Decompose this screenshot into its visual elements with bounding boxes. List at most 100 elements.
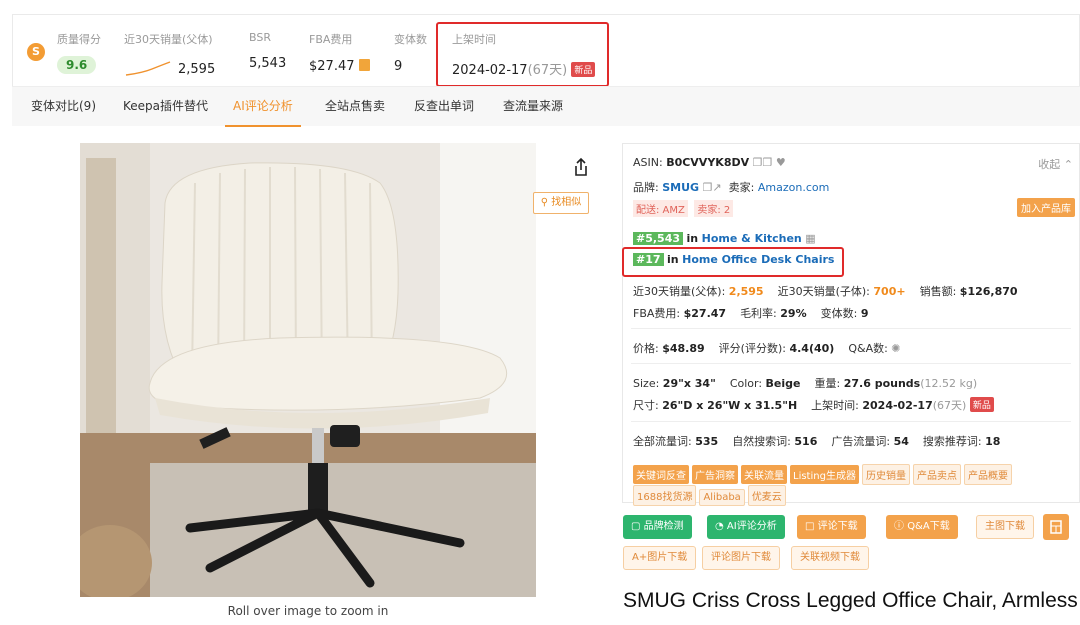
find-similar-button[interactable]: ⚲ 找相似 [533,192,589,214]
tab-ai-review[interactable]: AI评论分析 [225,87,301,127]
quality-score-icon: S [27,43,45,61]
copy-icon[interactable]: ❐❐ [753,156,773,169]
tool-keyword-reverse[interactable]: 关键词反查 [633,465,689,484]
listed-label: 上架时间: [811,399,859,412]
sales-child-label: 近30天销量(子体): [777,285,870,298]
qa-label: Q&A数: [848,342,888,355]
tab-reverse-keywords[interactable]: 反查出单词 [414,87,474,127]
new-product-badge: 新品 [969,397,994,412]
tool-tags-row-1: 关键词反查 广告洞察 关联流量 Listing生成器 历史销量 产品卖点 产品概要 [633,464,1015,485]
shipping-row: 配送: AMZ 卖家: 2 [633,200,736,217]
sales-trend-sparkline[interactable] [124,59,172,77]
variants-value: 9 [860,307,869,320]
chart-icon[interactable]: ▦ [805,232,815,245]
tab-keepa[interactable]: Keepa插件替代 [123,87,208,127]
brand-link[interactable]: SMUG [662,181,699,194]
review-download-button[interactable]: □ 评论下载 [797,515,866,539]
brand-check-button[interactable]: ▢ 品牌检测 [623,515,692,539]
grid-menu-button[interactable] [1043,514,1069,540]
highlight-box-listed [436,22,609,87]
product-image[interactable] [80,143,536,597]
asin-label: ASIN: [633,156,663,169]
pie-icon: ◔ [715,521,724,532]
tool-related-traffic[interactable]: 关联流量 [741,465,787,484]
organic-label: 自然搜索词: [732,435,791,448]
dims-row: 尺寸: 26"D x 26"W x 31.5"H 上架时间: 2024-02-1… [633,397,994,413]
size-value: 29"x 34" [662,377,716,390]
collapse-button[interactable]: 收起 ⌃ [1038,156,1073,172]
tool-overview[interactable]: 产品概要 [963,464,1012,485]
tool-listing-generator[interactable]: Listing生成器 [790,465,859,484]
revenue-label: 销售额: [919,285,957,298]
stat-sales30-label: 近30天销量(父体) [124,33,213,46]
tool-ad-insight[interactable]: 广告洞察 [692,465,738,484]
traffic-total-value: 535 [695,435,719,448]
chair-illustration [80,143,536,597]
traffic-total-label: 全部流量词: [633,435,692,448]
tab-all-sites[interactable]: 全站点售卖 [325,87,385,127]
grid-icon [1050,520,1062,534]
product-title: SMUG Criss Cross Legged Office Chair, Ar… [623,589,1078,612]
tab-traffic-source[interactable]: 查流量来源 [503,87,563,127]
divider [631,363,1071,364]
stat-variants-value: 9 [394,59,403,74]
review-image-download-button[interactable]: 评论图片下载 [702,546,780,570]
size-label: Size: [633,377,660,390]
brand-row: 品牌: SMUG ❐↗ 卖家: Amazon.com [633,179,829,195]
rank-main-category[interactable]: Home & Kitchen [702,232,802,245]
sales-parent-value: 2,595 [728,285,764,298]
tab-variant-compare[interactable]: 变体对比(9) [31,87,96,127]
asin-value[interactable]: B0CVVYK8DV [666,156,749,169]
weight-value: 27.6 pounds [843,377,921,390]
loading-icon: ✺ [891,342,901,355]
seller-label: 卖家: [728,181,755,194]
aplus-download-button[interactable]: A+图片下载 [623,546,697,570]
search-icon: ⚲ [540,197,549,208]
rank-main-in: in [686,232,699,245]
product-info-panel: ASIN: B0CVVYK8DV ❐❐ ♥ 收起 ⌃ 品牌: SMUG ❐↗ 卖… [622,143,1080,506]
asin-row: ASIN: B0CVVYK8DV ❐❐ ♥ [633,156,786,169]
related-video-download-button[interactable]: 关联视频下载 [791,546,869,570]
stat-quality-label: 质量得分 [57,33,101,46]
main-image-download-button[interactable]: 主图下载 [976,515,1034,539]
weight-kg: (12.52 kg) [920,377,978,390]
add-to-library-button[interactable]: 加入产品库 [1017,198,1075,217]
tool-1688-sourcing[interactable]: 1688找货源 [633,485,697,506]
share-icon[interactable] [570,156,592,178]
rating-value: 4.4(40) [789,342,835,355]
stat-bsr: BSR 5,543 [249,31,286,71]
qa-download-label: Q&A下载 [907,521,950,532]
external-link-icon[interactable]: ❐↗ [703,181,722,194]
color-label: Color: [729,377,763,390]
tool-selling-points[interactable]: 产品卖点 [912,464,961,485]
ai-review-label: AI评论分析 [726,521,777,532]
fba-value: $27.47 [683,307,727,320]
recommend-label: 搜索推荐词: [922,435,982,448]
qa-download-button[interactable]: ⓘ Q&A下载 [886,515,958,539]
tool-alibaba[interactable]: Alibaba [699,489,745,506]
tool-history-sales[interactable]: 历史销量 [861,464,910,485]
seller-link[interactable]: Amazon.com [758,181,829,194]
stat-variants-label: 变体数 [394,33,427,46]
fba-row: FBA费用: $27.47 毛利率: 29% 变体数: 9 [633,305,869,321]
stat-sales30: 近30天销量(父体) 2,595 [124,31,215,77]
sales-child-value: 700+ [873,285,906,298]
heart-icon[interactable]: ♥ [776,156,786,169]
recommend-value: 18 [985,435,1001,448]
size-row: Size: 29"x 34" Color: Beige 重量: 27.6 pou… [633,375,977,391]
fba-label: FBA费用: [633,307,681,320]
sales-parent-label: 近30天销量(父体): [633,285,726,298]
calculator-icon[interactable] [358,59,370,71]
comment-icon: □ [805,521,815,532]
stat-sales30-value: 2,595 [178,62,216,77]
variants-label: 变体数: [820,307,858,320]
stat-bsr-label: BSR [249,31,271,44]
find-similar-label: 找相似 [551,197,582,208]
question-icon: ⓘ [894,521,904,532]
organic-value: 516 [794,435,818,448]
dims-label: 尺寸: [633,399,659,412]
ai-review-button[interactable]: ◔ AI评论分析 [707,515,785,539]
review-download-label: 评论下载 [817,521,858,532]
highlight-box-rank [622,247,844,277]
tool-youmaiyun[interactable]: 优麦云 [747,485,786,506]
